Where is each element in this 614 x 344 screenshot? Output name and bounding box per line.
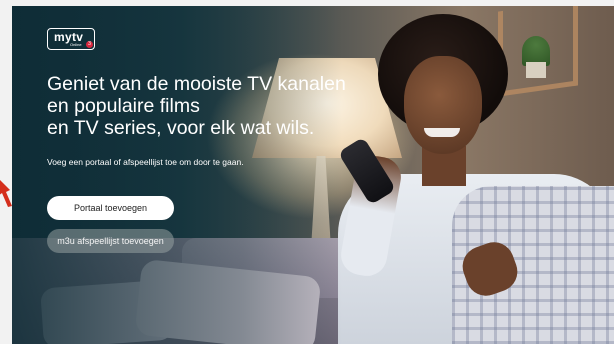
logo-subtitle: Online xyxy=(70,42,82,47)
app-logo: mytv Online 3 xyxy=(47,28,95,50)
hero-headline: Geniet van de mooiste TV kanalen en popu… xyxy=(47,73,346,139)
add-portal-button[interactable]: Portaal toevoegen xyxy=(47,196,174,220)
person-face xyxy=(404,56,482,154)
add-m3u-playlist-button[interactable]: m3u afspeellijst toevoegen xyxy=(47,229,174,253)
plant-pot xyxy=(526,62,546,78)
person-smile xyxy=(424,128,460,137)
headline-line-1: Geniet van de mooiste TV kanalen xyxy=(47,73,346,95)
red-arrow-icon xyxy=(0,180,12,207)
logo-badge: 3 xyxy=(86,41,93,48)
tv-screen xyxy=(12,6,614,344)
hero-subtext: Voeg een portaal of afspeellijst toe om … xyxy=(47,157,244,167)
headline-line-2: en populaire films xyxy=(47,95,200,117)
text-overlay-shade xyxy=(12,6,342,344)
headline-line-3: en TV series, voor elk wat wils. xyxy=(47,117,315,139)
